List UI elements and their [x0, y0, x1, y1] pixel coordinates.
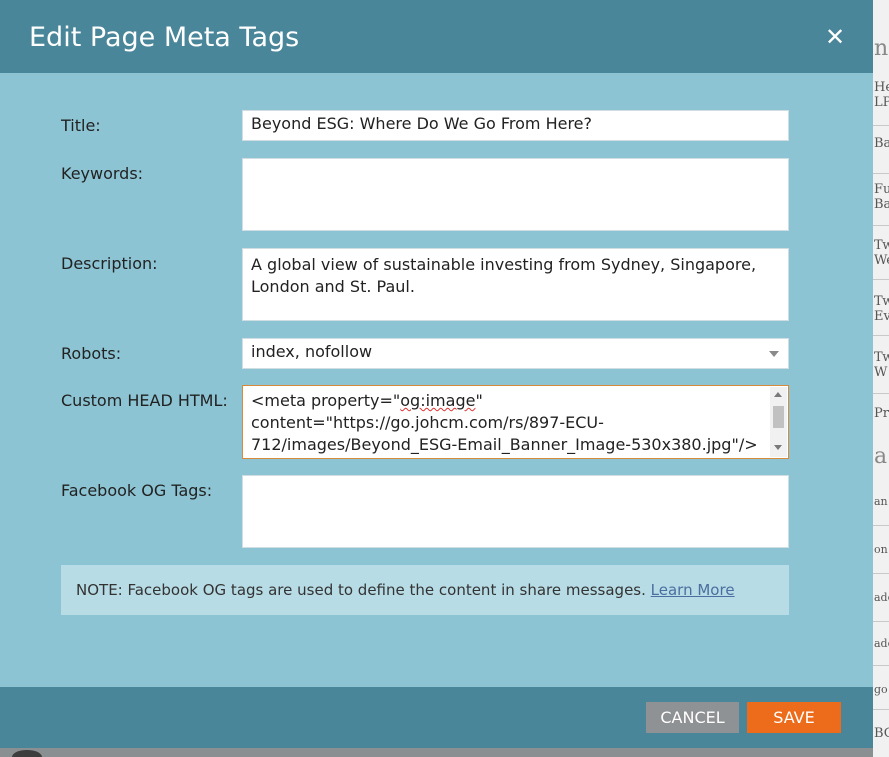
bg-row: ade	[873, 622, 889, 666]
code-text: <meta property="	[251, 391, 401, 410]
background-strip	[0, 748, 873, 757]
robots-label: Robots:	[61, 344, 122, 363]
title-label: Title:	[61, 116, 101, 135]
spellcheck-word: og:image	[400, 391, 476, 410]
facebook-og-label: Facebook OG Tags:	[61, 481, 213, 500]
learn-more-link[interactable]: Learn More	[651, 581, 735, 599]
robots-selected-value: index, nofollow	[251, 342, 373, 361]
cancel-button[interactable]: CANCEL	[646, 702, 739, 733]
bg-row: ade	[873, 574, 889, 622]
robots-select[interactable]: index, nofollow	[242, 338, 789, 369]
scroll-down-icon[interactable]	[774, 445, 782, 450]
scroll-up-icon[interactable]	[774, 392, 782, 397]
bg-row: He LP	[873, 78, 889, 126]
background-page: nd He LP Ba Fu Ba Tw We Tw Ev Tw W Pr a …	[873, 0, 889, 757]
bg-row: a	[874, 444, 888, 469]
bg-row: Tw We	[873, 226, 889, 280]
chevron-down-icon	[769, 351, 779, 357]
bg-row: Ba	[873, 126, 889, 174]
keywords-label: Keywords:	[61, 164, 144, 183]
custom-head-textarea[interactable]: <meta property="og:image" content="https…	[242, 385, 789, 459]
dialog-footer: CANCEL SAVE	[0, 687, 873, 748]
note-text: NOTE: Facebook OG tags are used to defin…	[76, 581, 646, 599]
bg-row: Tw W	[873, 336, 889, 394]
bg-row: nd	[874, 36, 889, 61]
bg-row: Pr	[874, 406, 889, 421]
textarea-scrollbar[interactable]	[770, 387, 787, 457]
custom-head-label: Custom HEAD HTML:	[61, 391, 228, 410]
scroll-thumb[interactable]	[773, 406, 784, 428]
background-avatar	[12, 750, 42, 757]
bg-row: go	[873, 666, 889, 710]
description-textarea[interactable]: A global view of sustainable investing f…	[242, 248, 789, 321]
bg-row: on	[873, 526, 889, 574]
close-icon[interactable]: ✕	[822, 24, 848, 50]
dialog-title: Edit Page Meta Tags	[29, 22, 300, 53]
facebook-og-textarea[interactable]	[242, 475, 789, 548]
save-button[interactable]: SAVE	[747, 702, 841, 733]
edit-meta-tags-dialog: Edit Page Meta Tags ✕ Title: Beyond ESG:…	[0, 0, 873, 748]
title-input[interactable]: Beyond ESG: Where Do We Go From Here?	[242, 110, 789, 141]
dialog-header: Edit Page Meta Tags ✕	[0, 0, 873, 73]
bg-row: BG	[874, 726, 889, 741]
bg-row: Tw Ev	[873, 280, 889, 336]
description-label: Description:	[61, 254, 158, 273]
og-tags-note: NOTE: Facebook OG tags are used to defin…	[61, 565, 789, 615]
keywords-textarea[interactable]	[242, 158, 789, 231]
bg-row: Fu Ba	[873, 174, 889, 226]
bg-row: an	[873, 478, 889, 526]
